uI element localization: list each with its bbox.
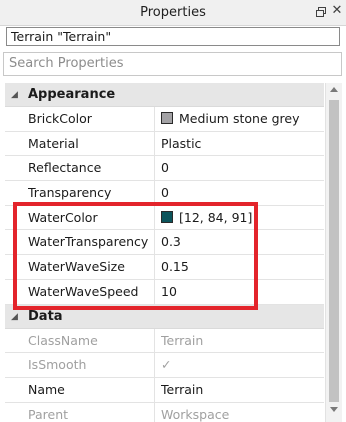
property-value[interactable]: Terrain <box>161 378 322 402</box>
category-appearance[interactable]: ◢ Appearance <box>5 83 324 107</box>
property-name: Name <box>28 381 65 397</box>
property-name: WaterWaveSpeed <box>28 283 139 299</box>
property-row-reflectance[interactable]: Reflectance 0 <box>5 156 324 182</box>
property-value[interactable]: Medium stone grey <box>161 107 322 131</box>
property-row-watercolor[interactable]: WaterColor [12, 84, 91] <box>5 205 324 231</box>
property-row-brickcolor[interactable]: BrickColor Medium stone grey <box>5 107 324 132</box>
selected-object-label: Terrain "Terrain" <box>6 27 340 46</box>
property-name: Transparency <box>28 185 112 201</box>
property-row-name[interactable]: Name Terrain <box>5 377 324 403</box>
column-divider[interactable] <box>154 377 155 402</box>
property-name: Reflectance <box>28 160 102 176</box>
property-row-issmooth: IsSmooth ✓ <box>5 353 324 378</box>
column-divider[interactable] <box>154 156 155 181</box>
property-name: WaterWaveSize <box>28 259 125 275</box>
property-value[interactable]: Plastic <box>161 132 322 156</box>
property-value[interactable]: 0.15 <box>161 255 322 279</box>
column-divider[interactable] <box>154 181 155 205</box>
search-properties-input[interactable]: Search Properties <box>3 52 342 76</box>
column-divider[interactable] <box>154 131 155 156</box>
property-row-waterwavesize[interactable]: WaterWaveSize 0.15 <box>5 255 324 280</box>
color-swatch[interactable] <box>161 210 173 223</box>
property-name: BrickColor <box>28 111 92 126</box>
property-row-waterwavespeed[interactable]: WaterWaveSpeed 10 <box>5 279 324 305</box>
column-divider[interactable] <box>154 255 155 279</box>
property-name: WaterColor <box>28 209 98 225</box>
column-divider[interactable] <box>154 279 155 304</box>
property-value[interactable]: 0 <box>161 156 322 180</box>
property-name: ClassName <box>28 332 98 348</box>
property-row-transparency[interactable]: Transparency 0 <box>5 181 324 206</box>
title-bar: Properties ✕ <box>0 0 346 26</box>
property-value[interactable]: 0 <box>161 181 322 205</box>
category-label: Data <box>28 308 63 324</box>
column-divider[interactable] <box>154 328 155 353</box>
float-window-icon[interactable] <box>315 6 327 18</box>
property-row-parent: Parent Workspace <box>5 402 324 422</box>
column-divider[interactable] <box>154 107 155 131</box>
vertical-scrollbar[interactable] <box>325 83 342 422</box>
column-divider[interactable] <box>154 402 155 422</box>
category-label: Appearance <box>28 87 116 102</box>
color-swatch[interactable] <box>161 112 173 124</box>
property-value-text: Medium stone grey <box>179 111 300 126</box>
property-name: Material <box>28 135 79 151</box>
property-name: Parent <box>28 406 69 422</box>
collapse-caret-icon[interactable]: ◢ <box>11 83 18 107</box>
column-divider[interactable] <box>154 205 155 230</box>
property-name: WaterTransparency <box>28 234 149 250</box>
property-value[interactable]: 10 <box>161 280 322 304</box>
checkbox-checked-icon: ✓ <box>161 357 172 373</box>
property-grid: ◢ Appearance BrickColor Medium stone gre… <box>5 83 324 422</box>
close-icon[interactable]: ✕ <box>331 4 343 18</box>
property-value-text: [12, 84, 91] <box>179 209 253 225</box>
scroll-down-arrow-icon[interactable] <box>330 407 338 412</box>
property-value: Terrain <box>161 332 204 348</box>
property-row-watertransparency[interactable]: WaterTransparency 0.3 <box>5 230 324 256</box>
property-value[interactable]: 0.3 <box>161 230 322 254</box>
window-title: Properties <box>140 5 206 20</box>
column-divider[interactable] <box>154 353 155 377</box>
scrollbar-thumb[interactable] <box>329 100 339 402</box>
property-value[interactable]: [12, 84, 91] <box>161 206 322 230</box>
property-value: Workspace <box>161 406 230 422</box>
category-data[interactable]: ◢ Data <box>5 304 324 329</box>
property-row-material[interactable]: Material Plastic <box>5 131 324 157</box>
property-name: IsSmooth <box>28 357 87 373</box>
column-divider[interactable] <box>154 230 155 255</box>
collapse-caret-icon[interactable]: ◢ <box>11 305 18 329</box>
property-row-classname: ClassName Terrain <box>5 328 324 354</box>
scroll-up-arrow-icon[interactable] <box>330 87 338 92</box>
